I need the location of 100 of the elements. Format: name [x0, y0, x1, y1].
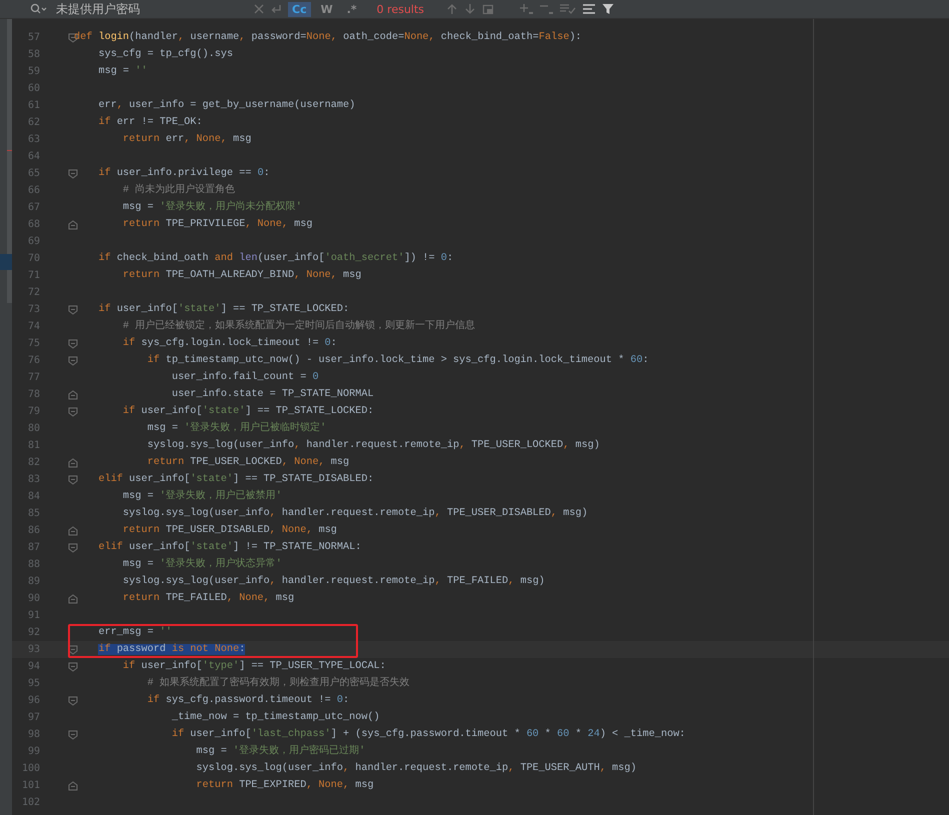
results-count: 0 results	[376, 2, 424, 16]
position-marker	[0, 254, 12, 270]
line-number: 89	[26, 576, 40, 587]
filter-icon[interactable]	[602, 3, 614, 15]
line-number: 101	[20, 780, 40, 791]
code-line: if check_bind_oath and len(user_info['oath_secret']) != 0:	[97, 252, 454, 266]
code-line: return TPE_PRIVILEGE, None, msg	[122, 218, 312, 232]
fold-icon[interactable]	[68, 168, 78, 178]
unfold-icon[interactable]	[68, 458, 78, 468]
line-number: 87	[26, 542, 40, 553]
close-icon[interactable]	[254, 4, 264, 14]
code-line: syslog.sys_log(user_info, handler.request.remote_ip, TPE_FAILED, msg)	[122, 574, 545, 589]
code-line: if user_info['state'] == TP_STATE_LOCKED:	[97, 302, 350, 317]
code-line: if sys_cfg.login.lock_timeout != 0:	[122, 336, 337, 351]
line-number: 62	[26, 117, 40, 128]
code-line: if user_info['type'] == TP_USER_TYPE_LOCAL:	[122, 660, 386, 674]
code-line: msg = '登录失败，用户尚未分配权限'	[122, 200, 302, 215]
line-number: 85	[26, 508, 40, 519]
code-line: if user_info['last_chpass'] + (sys_cfg.password.timeout * 60 * 60 * 24) < _time_now:	[170, 728, 686, 742]
line-number: 69	[26, 236, 40, 247]
arrow-down-icon[interactable]	[464, 3, 476, 15]
line-number: 100	[20, 763, 40, 774]
line-number: 74	[26, 321, 40, 332]
search-icon[interactable]	[30, 3, 48, 15]
fold-icon[interactable]	[68, 406, 78, 416]
line-number: 66	[26, 185, 40, 196]
code-line: # 用户已经被锁定，如果系统配置为一定时间后自动解锁，则更新一下用户信息	[122, 319, 476, 334]
search-option-toggle[interactable]: W	[316, 2, 337, 16]
code-line: if password is not None:	[97, 642, 246, 657]
line-number: 99	[26, 746, 40, 757]
arrow-up-icon[interactable]	[446, 3, 458, 15]
code-line: syslog.sys_log(user_info, handler.request.remote_ip, TPE_USER_LOCKED, msg)	[146, 438, 600, 453]
line-number: 91	[26, 610, 40, 621]
fold-icon[interactable]	[68, 304, 78, 314]
fold-icon[interactable]	[68, 338, 78, 348]
unfold-icon[interactable]	[68, 220, 78, 230]
code-line: # 如果系统配置了密码有效期，则检查用户的密码是否失效	[146, 676, 410, 691]
fold-icon[interactable]	[68, 696, 78, 706]
fold-icon[interactable]	[68, 730, 78, 740]
unfold-icon[interactable]	[68, 390, 78, 400]
unfold-icon[interactable]	[68, 780, 78, 790]
line-number: 84	[26, 491, 40, 502]
line-number: 86	[26, 525, 40, 536]
code-line: msg = '登录失败，用户状态异常'	[122, 557, 282, 572]
line-number: 83	[26, 474, 40, 485]
line-number: 78	[26, 389, 40, 400]
line-number: 82	[26, 457, 40, 468]
code-line: _time_now = tp_timestamp_utc_now()	[170, 710, 380, 725]
line-number: 98	[26, 729, 40, 740]
code-line: msg = ''	[97, 64, 148, 79]
line-number: 58	[26, 49, 40, 60]
code-line: # 尚未为此用户设置角色	[122, 183, 236, 198]
line-number: 76	[26, 355, 40, 366]
remove-occurrence-icon[interactable]	[540, 3, 554, 15]
code-line: if tp_timestamp_utc_now() - user_info.lock_time > sys_cfg.login.lock_timeout * 60:	[146, 354, 649, 368]
newline-icon[interactable]	[270, 4, 282, 14]
fold-icon[interactable]	[68, 356, 78, 366]
line-number: 88	[26, 559, 40, 570]
code-line: if err != TPE_OK:	[97, 116, 202, 130]
fold-icon[interactable]	[68, 662, 78, 672]
code-line: return TPE_FAILED, None, msg	[122, 592, 294, 606]
code-line: err_msg = ''	[97, 626, 172, 640]
add-occurrence-icon[interactable]	[520, 3, 534, 15]
line-number: 63	[26, 134, 40, 145]
search-option-toggle[interactable]: .*	[342, 2, 361, 16]
line-number: 60	[26, 83, 40, 94]
code-line: def login(handler, username, password=None, oath_code=None, check_bind_oath=False):	[74, 30, 582, 45]
scrollbar-thumb[interactable]	[7, 19, 12, 303]
code-line: if user_info.privilege == 0:	[97, 166, 270, 181]
unfold-icon[interactable]	[68, 594, 78, 604]
search-option-toggle[interactable]: Cc	[288, 2, 311, 16]
line-number: 68	[26, 219, 40, 230]
fold-icon[interactable]	[68, 644, 78, 654]
line-number: 64	[26, 151, 40, 162]
lines-icon[interactable]	[582, 3, 596, 15]
line-number: 65	[26, 168, 40, 179]
code-line: err, user_info = get_by_username(username)	[97, 98, 356, 113]
line-number: 70	[26, 253, 40, 264]
line-number: 77	[26, 372, 40, 383]
error-marker	[7, 150, 12, 151]
line-number: 75	[26, 338, 40, 349]
line-number: 97	[26, 712, 40, 723]
select-all-icon[interactable]	[560, 3, 576, 15]
line-number: 72	[26, 287, 40, 298]
fold-icon[interactable]	[68, 542, 78, 552]
code-line: return TPE_EXPIRED, None, msg	[195, 779, 374, 793]
line-number: 80	[26, 423, 40, 434]
line-number: 61	[26, 100, 40, 111]
line-number: 94	[26, 661, 40, 672]
window-icon[interactable]	[482, 3, 494, 15]
code-line: msg = '登录失败，用户已被临时锁定'	[146, 421, 326, 436]
fold-icon[interactable]	[68, 474, 78, 484]
code-line: msg = '登录失败，用户已被禁用'	[122, 489, 282, 504]
unfold-icon[interactable]	[68, 526, 78, 536]
code-line: if sys_cfg.password.timeout != 0:	[146, 694, 350, 708]
line-number: 73	[26, 304, 40, 315]
line-number: 96	[26, 695, 40, 706]
code-line: syslog.sys_log(user_info, handler.request.remote_ip, TPE_USER_DISABLED, msg)	[122, 506, 588, 521]
search-field[interactable]: 未提供用户密码	[54, 2, 248, 16]
code-line: if user_info['state'] == TP_STATE_LOCKED:	[122, 404, 374, 419]
